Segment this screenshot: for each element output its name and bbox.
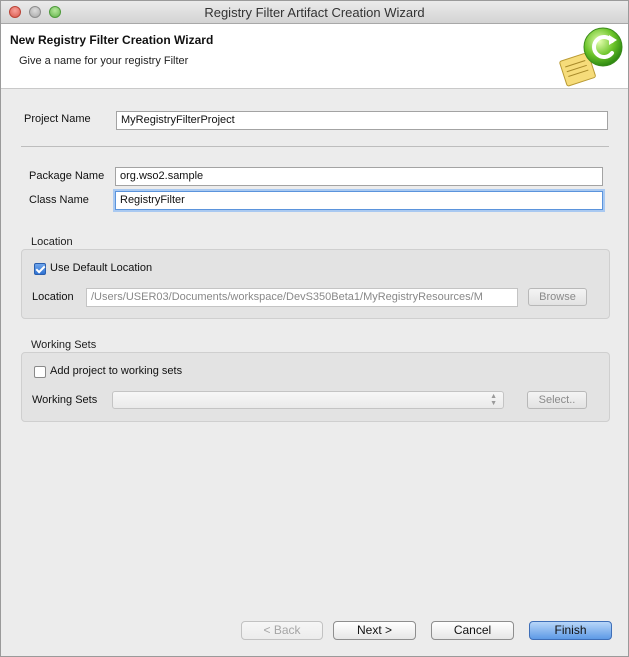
package-name-input[interactable]: org.wso2.sample <box>115 167 603 186</box>
working-sets-section-title: Working Sets <box>31 339 97 351</box>
location-section-title: Location <box>31 236 73 248</box>
class-name-input[interactable]: RegistryFilter <box>115 191 603 210</box>
use-default-location-label: Use Default Location <box>50 262 153 274</box>
banner-title: New Registry Filter Creation Wizard <box>10 33 214 47</box>
wizard-graphic-icon <box>559 27 623 87</box>
wizard-window: Registry Filter Artifact Creation Wizard… <box>0 0 629 657</box>
location-input[interactable]: /Users/USER03/Documents/workspace/DevS35… <box>86 288 518 307</box>
use-default-location-checkbox[interactable] <box>34 263 46 275</box>
minimize-window-button[interactable] <box>29 6 41 18</box>
finish-button[interactable]: Finish <box>529 621 612 640</box>
project-name-input[interactable]: MyRegistryFilterProject <box>116 111 608 130</box>
select-arrows-icon: ▲ ▼ <box>490 393 497 407</box>
back-button[interactable]: < Back <box>241 621 323 640</box>
add-to-working-sets-checkbox[interactable] <box>34 366 46 378</box>
location-label: Location <box>32 291 74 303</box>
working-sets-select[interactable]: ▲ ▼ <box>112 391 504 409</box>
cancel-button[interactable]: Cancel <box>431 621 514 640</box>
location-group: Use Default Location Location /Users/USE… <box>21 249 610 319</box>
working-sets-label: Working Sets <box>32 394 98 406</box>
separator <box>21 146 609 147</box>
wizard-banner: New Registry Filter Creation Wizard Give… <box>1 24 628 89</box>
browse-button[interactable]: Browse <box>528 288 587 306</box>
next-button[interactable]: Next > <box>333 621 416 640</box>
add-to-working-sets-label: Add project to working sets <box>50 365 183 377</box>
select-working-sets-button[interactable]: Select.. <box>527 391 587 409</box>
banner-subtitle: Give a name for your registry Filter <box>19 55 189 67</box>
title-bar[interactable]: Registry Filter Artifact Creation Wizard <box>1 1 628 24</box>
working-sets-group: Add project to working sets Working Sets… <box>21 352 610 422</box>
package-name-label: Package Name <box>29 170 105 182</box>
project-name-label: Project Name <box>24 113 91 125</box>
window-title: Registry Filter Artifact Creation Wizard <box>204 5 425 20</box>
close-window-button[interactable] <box>9 6 21 18</box>
zoom-window-button[interactable] <box>49 6 61 18</box>
class-name-label: Class Name <box>29 194 89 206</box>
